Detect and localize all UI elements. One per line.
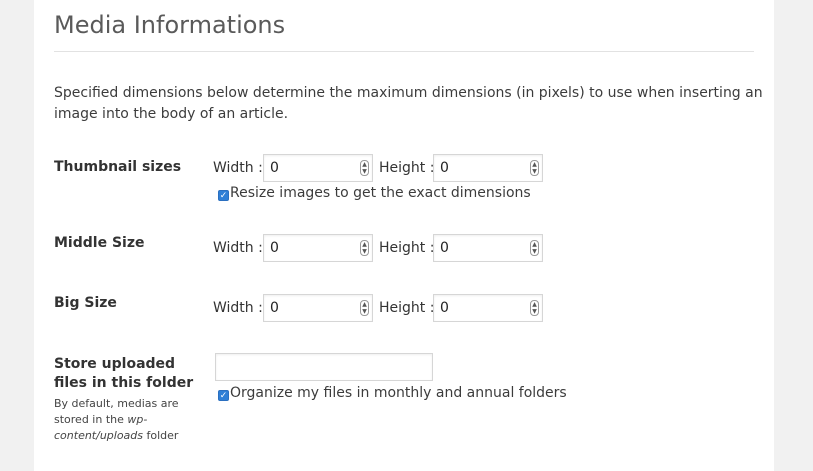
organize-folders-checkbox[interactable]: ✓: [218, 390, 229, 401]
middle-height-value: 0: [440, 240, 449, 256]
resize-exact-checkbox[interactable]: ✓: [218, 190, 229, 201]
upload-folder-input[interactable]: [215, 353, 433, 381]
thumbnail-height-value: 0: [440, 160, 449, 176]
spinner-arrows-icon[interactable]: ▲ ▼: [530, 240, 539, 256]
middle-width-label: Width :: [213, 240, 263, 256]
media-settings-panel: Media Informations Specified dimensions …: [34, 0, 774, 471]
spinner-arrows-icon[interactable]: ▲ ▼: [360, 160, 369, 176]
big-height-label: Height :: [379, 300, 435, 316]
middle-size-label: Middle Size: [54, 235, 145, 251]
big-size-label: Big Size: [54, 295, 117, 311]
spinner-arrows-icon[interactable]: ▲ ▼: [530, 300, 539, 316]
resize-exact-label[interactable]: Resize images to get the exact dimension…: [230, 185, 531, 201]
middle-height-label: Height :: [379, 240, 435, 256]
thumbnail-height-input[interactable]: 0 ▲ ▼: [433, 154, 543, 182]
spinner-arrows-icon[interactable]: ▲ ▼: [360, 300, 369, 316]
middle-width-input[interactable]: 0 ▲ ▼: [263, 234, 373, 262]
spinner-arrows-icon[interactable]: ▲ ▼: [530, 160, 539, 176]
thumbnail-sizes-label: Thumbnail sizes: [54, 159, 182, 175]
upload-folder-label: Store uploaded files in this folder: [54, 356, 194, 391]
thumbnail-height-label: Height :: [379, 160, 435, 176]
organize-folders-label[interactable]: Organize my files in monthly and annual …: [230, 385, 567, 401]
upload-folder-hint: By default, medias are stored in the wp-…: [54, 397, 179, 442]
big-width-value: 0: [270, 300, 279, 316]
spinner-arrows-icon[interactable]: ▲ ▼: [360, 240, 369, 256]
section-title: Media Informations: [54, 11, 286, 39]
thumbnail-width-input[interactable]: 0 ▲ ▼: [263, 154, 373, 182]
big-width-label: Width :: [213, 300, 263, 316]
title-divider: [54, 51, 754, 52]
thumbnail-width-label: Width :: [213, 160, 263, 176]
big-height-input[interactable]: 0 ▲ ▼: [433, 294, 543, 322]
middle-height-input[interactable]: 0 ▲ ▼: [433, 234, 543, 262]
middle-width-value: 0: [270, 240, 279, 256]
big-height-value: 0: [440, 300, 449, 316]
thumbnail-width-value: 0: [270, 160, 279, 176]
big-width-input[interactable]: 0 ▲ ▼: [263, 294, 373, 322]
section-description: Specified dimensions below determine the…: [54, 85, 763, 122]
